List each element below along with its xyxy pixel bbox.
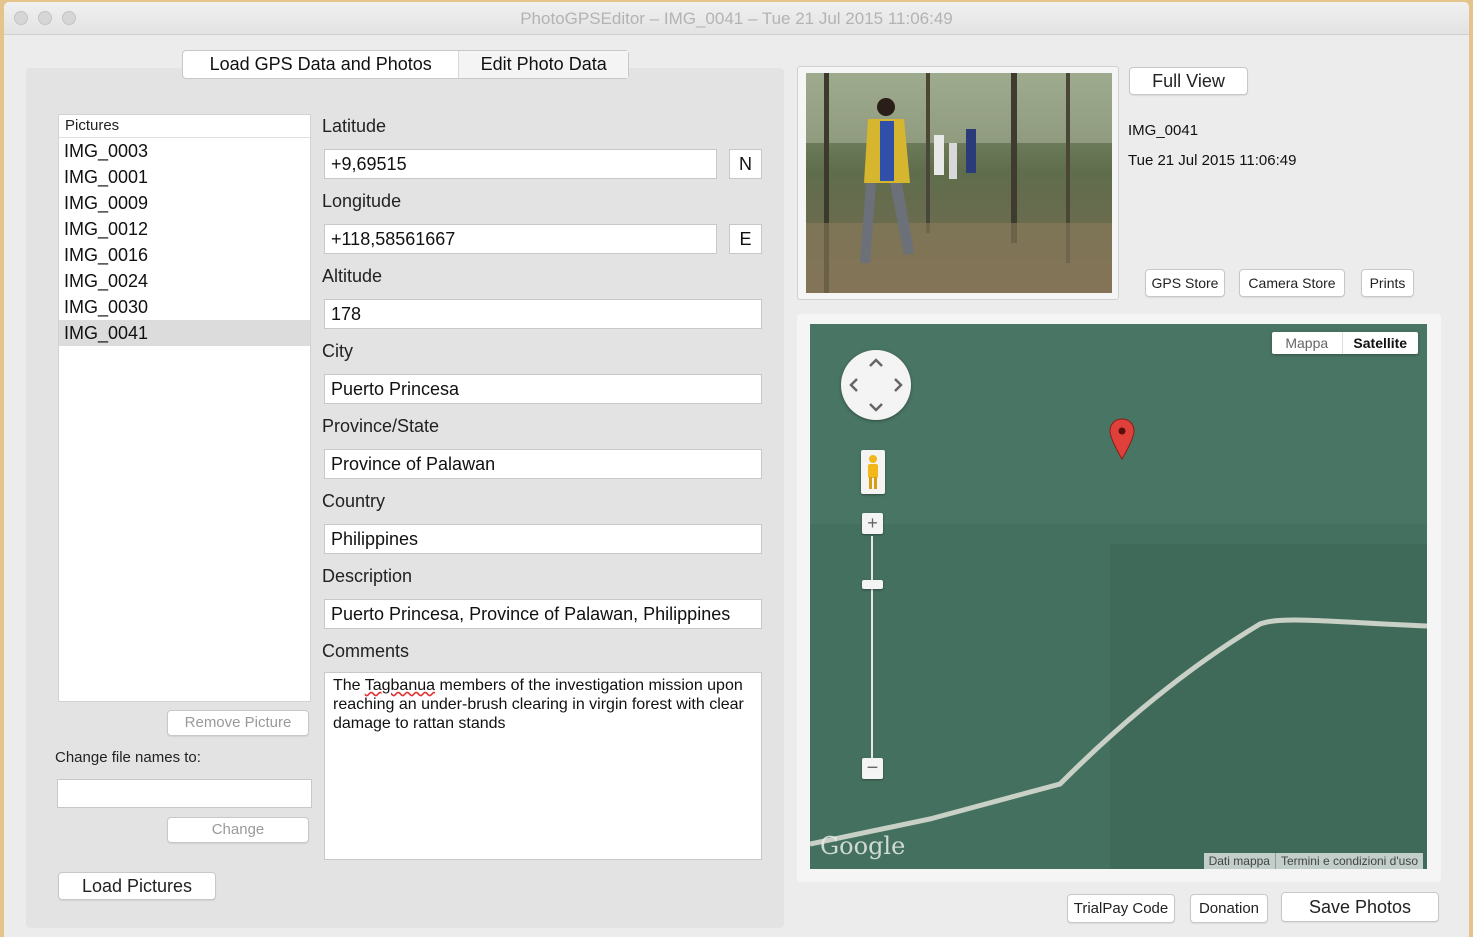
city-input[interactable]: Puerto Princesa bbox=[324, 374, 762, 404]
load-pictures-button[interactable]: Load Pictures bbox=[58, 872, 216, 900]
camera-store-button[interactable]: Camera Store bbox=[1239, 269, 1345, 297]
longitude-hemisphere-button[interactable]: E bbox=[729, 224, 762, 254]
map-view[interactable]: Mappa Satellite + − Google Dati mappa Te… bbox=[810, 324, 1427, 869]
google-logo: Google bbox=[820, 832, 906, 860]
province-input[interactable]: Province of Palawan bbox=[324, 449, 762, 479]
list-item[interactable]: IMG_0012 bbox=[59, 216, 310, 242]
gps-store-button[interactable]: GPS Store bbox=[1145, 269, 1225, 297]
full-view-button[interactable]: Full View bbox=[1129, 67, 1248, 95]
tab-load-gps-data[interactable]: Load GPS Data and Photos bbox=[183, 51, 458, 78]
comments-misspelled-word: Tagbanua bbox=[364, 677, 436, 694]
comments-textarea[interactable]: The Tagbanua members of the investigatio… bbox=[324, 672, 762, 860]
title-bar: PhotoGPSEditor – IMG_0041 – Tue 21 Jul 2… bbox=[4, 2, 1469, 35]
prints-button[interactable]: Prints bbox=[1361, 269, 1414, 297]
photo-filename: IMG_0041 bbox=[1128, 122, 1199, 139]
longitude-input[interactable]: +118,58561667 bbox=[324, 224, 717, 254]
photo-preview-image[interactable] bbox=[806, 73, 1112, 293]
description-label: Description bbox=[322, 566, 413, 586]
pan-arrows-icon bbox=[849, 358, 903, 412]
province-label: Province/State bbox=[322, 416, 440, 436]
longitude-label: Longitude bbox=[322, 191, 402, 211]
latitude-input[interactable]: +9,69515 bbox=[324, 149, 717, 179]
latitude-hemisphere-button[interactable]: N bbox=[729, 149, 762, 179]
photo-datetime: Tue 21 Jul 2015 11:06:49 bbox=[1128, 152, 1297, 169]
list-item[interactable]: IMG_0030 bbox=[59, 294, 310, 320]
change-file-names-input[interactable] bbox=[57, 779, 312, 808]
zoom-slider-track[interactable] bbox=[871, 536, 873, 758]
map-type-control: Mappa Satellite bbox=[1272, 332, 1418, 354]
pan-control[interactable] bbox=[841, 350, 911, 420]
comments-word: The bbox=[333, 677, 361, 694]
change-button[interactable]: Change bbox=[167, 817, 309, 843]
description-input[interactable]: Puerto Princesa, Province of Palawan, Ph… bbox=[324, 599, 762, 629]
pegman-icon bbox=[868, 455, 878, 489]
street-view-pegman-button[interactable] bbox=[861, 450, 885, 494]
list-item[interactable]: IMG_0009 bbox=[59, 190, 310, 216]
list-item[interactable]: IMG_0024 bbox=[59, 268, 310, 294]
zoom-in-button[interactable]: + bbox=[862, 513, 883, 534]
country-input[interactable]: Philippines bbox=[324, 524, 762, 554]
window-title: PhotoGPSEditor – IMG_0041 – Tue 21 Jul 2… bbox=[520, 9, 953, 28]
list-item-selected[interactable]: IMG_0041 bbox=[59, 320, 310, 346]
altitude-label: Altitude bbox=[322, 266, 383, 286]
zoom-out-button[interactable]: − bbox=[862, 758, 883, 779]
donation-button[interactable]: Donation bbox=[1190, 894, 1268, 923]
map-data-link[interactable]: Dati mappa bbox=[1204, 853, 1275, 869]
pictures-list[interactable]: Pictures IMG_0003 IMG_0001 IMG_0009 IMG_… bbox=[58, 114, 311, 702]
comments-label: Comments bbox=[322, 641, 410, 661]
map-type-satellite-button[interactable]: Satellite bbox=[1343, 332, 1418, 354]
location-pin-icon[interactable] bbox=[1108, 417, 1136, 461]
tab-bar: Load GPS Data and Photos Edit Photo Data bbox=[182, 50, 629, 79]
altitude-input[interactable]: 178 bbox=[324, 299, 762, 329]
zoom-slider-handle[interactable] bbox=[862, 580, 883, 589]
location-pin-shape bbox=[1109, 418, 1135, 460]
city-label: City bbox=[322, 341, 353, 361]
list-item[interactable]: IMG_0003 bbox=[59, 138, 310, 164]
map-type-map-button[interactable]: Mappa bbox=[1272, 332, 1343, 354]
tab-edit-photo-data[interactable]: Edit Photo Data bbox=[458, 51, 628, 78]
terms-link[interactable]: Termini e condizioni d'uso bbox=[1274, 853, 1423, 869]
list-item[interactable]: IMG_0001 bbox=[59, 164, 310, 190]
list-item[interactable]: IMG_0016 bbox=[59, 242, 310, 268]
change-file-names-label: Change file names to: bbox=[55, 749, 201, 766]
map-attribution: Dati mappa Termini e condizioni d'uso bbox=[1203, 853, 1423, 869]
remove-picture-button[interactable]: Remove Picture bbox=[167, 710, 309, 736]
pictures-list-header: Pictures bbox=[59, 115, 310, 138]
app-window: PhotoGPSEditor – IMG_0041 – Tue 21 Jul 2… bbox=[4, 2, 1469, 937]
trialpay-code-button[interactable]: TrialPay Code bbox=[1067, 894, 1175, 923]
country-label: Country bbox=[322, 491, 386, 511]
save-photos-button[interactable]: Save Photos bbox=[1281, 892, 1439, 922]
photo-preview-frame bbox=[797, 66, 1119, 300]
latitude-label: Latitude bbox=[322, 116, 387, 136]
